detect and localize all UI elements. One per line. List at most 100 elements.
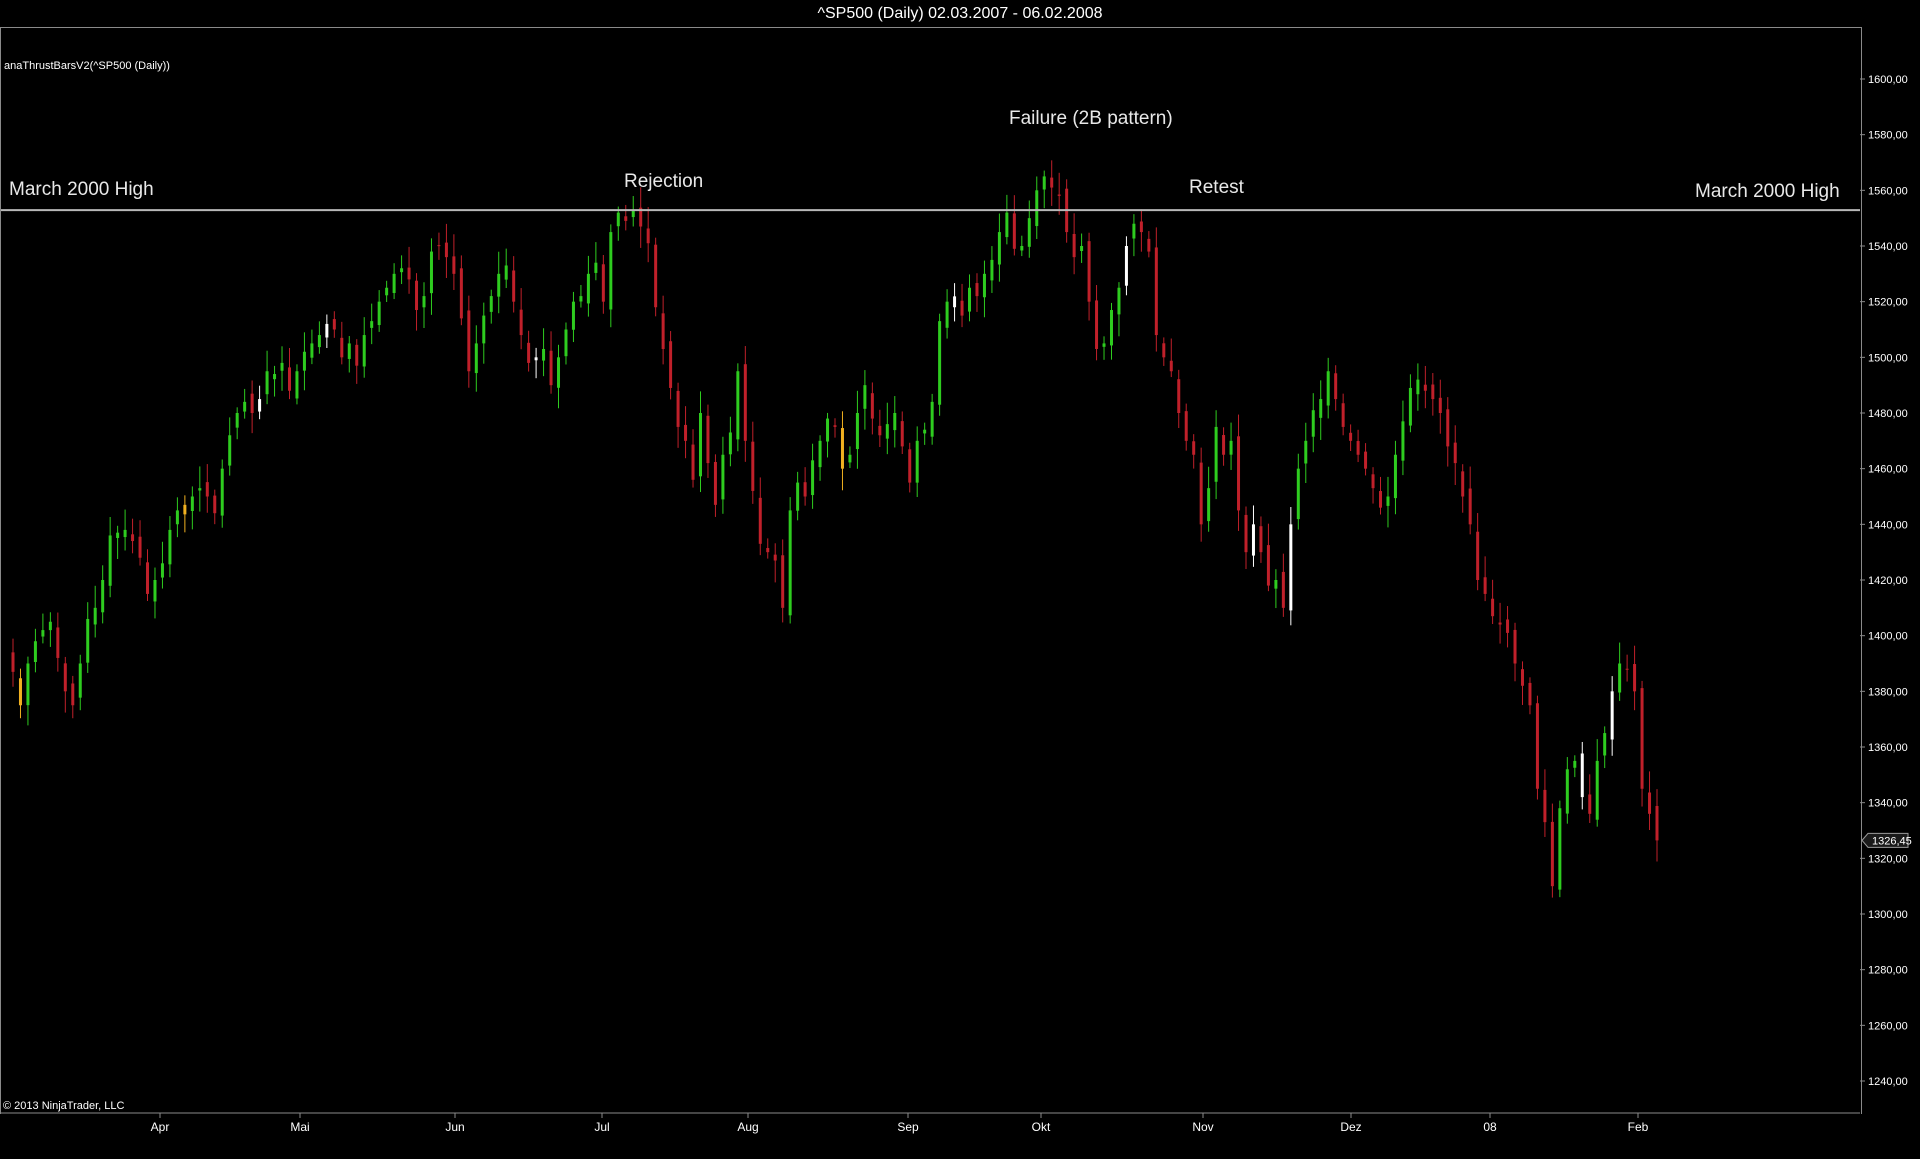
candle-body <box>534 357 538 361</box>
x-tick-label: Jul <box>594 1120 609 1134</box>
candle-body <box>467 310 471 372</box>
candle-body <box>1648 792 1652 814</box>
candle-body <box>1132 223 1136 239</box>
candle-body <box>1222 435 1226 455</box>
candle-body <box>250 393 254 413</box>
candle-body <box>997 232 1001 265</box>
candle-body <box>519 309 523 336</box>
candle-body <box>205 482 209 497</box>
candle-body <box>870 393 874 419</box>
candle-body <box>736 371 740 440</box>
candle-body <box>960 300 964 316</box>
candle-body <box>840 428 844 469</box>
candle-body <box>684 424 688 441</box>
candle-body <box>1633 664 1637 692</box>
candle-body <box>542 348 546 361</box>
candle-body <box>131 534 135 542</box>
candle-body <box>497 273 501 297</box>
candle-body <box>938 321 942 405</box>
candle-body <box>1550 821 1554 887</box>
candle-body <box>616 212 620 227</box>
candle-body <box>1573 760 1577 768</box>
candle-body <box>549 350 553 386</box>
candle-body <box>900 421 904 447</box>
candle-body <box>766 548 770 553</box>
candle-body <box>340 337 344 358</box>
candle-body <box>415 280 419 311</box>
candle-body <box>489 296 493 312</box>
y-tick-label: 1420,00 <box>1868 575 1908 587</box>
candle-body <box>138 536 142 558</box>
candle-body <box>1020 246 1024 251</box>
annotation-left-march-2000-high: March 2000 High <box>9 179 154 200</box>
candle-body <box>698 413 702 477</box>
candle-body <box>280 362 284 371</box>
candle-body <box>1080 246 1084 251</box>
candle-body <box>377 301 381 326</box>
candle-body <box>459 268 463 319</box>
candle-body <box>310 343 314 358</box>
candle-body <box>385 287 389 296</box>
y-tick-label: 1560,00 <box>1868 185 1908 197</box>
candle-body <box>1513 629 1517 664</box>
candle-body <box>1476 531 1480 580</box>
candle-body <box>1506 619 1510 633</box>
candle-body <box>1618 663 1622 693</box>
candle-body <box>661 313 665 349</box>
y-tick-label: 1600,00 <box>1868 74 1908 86</box>
candle-body <box>713 461 717 505</box>
candle-body <box>422 296 426 308</box>
candle-body <box>781 555 785 608</box>
candle-body <box>71 683 75 706</box>
candle-body <box>1595 760 1599 820</box>
y-tick-label: 1240,00 <box>1868 1076 1908 1088</box>
candle-body <box>1237 436 1241 511</box>
candle-body <box>153 580 157 602</box>
candle-body <box>1124 246 1128 286</box>
candle-body <box>33 641 37 663</box>
candle-body <box>504 265 508 280</box>
candle-body <box>571 301 575 330</box>
candle-body <box>347 343 351 359</box>
candle-body <box>213 495 217 514</box>
candle-body <box>1177 379 1181 413</box>
candle-body <box>1610 691 1614 740</box>
candle-body <box>1446 409 1450 447</box>
candle-body <box>332 319 336 330</box>
candle-body <box>1027 218 1031 247</box>
annotation-failure: Failure (2B pattern) <box>1009 108 1173 129</box>
candle-body <box>833 425 837 427</box>
candle-body <box>1259 526 1263 553</box>
copyright-label: © 2013 NinjaTrader, LLC <box>3 1100 125 1112</box>
x-tick-label: Jun <box>445 1120 464 1134</box>
candle-body <box>512 270 516 302</box>
candle-body <box>198 488 202 491</box>
x-tick-label: 08 <box>1483 1120 1497 1134</box>
candle-body <box>1214 426 1218 482</box>
y-tick-label: 1580,00 <box>1868 130 1908 142</box>
candle-body <box>400 268 404 273</box>
candle-body <box>160 563 164 578</box>
candle-body <box>1625 668 1629 670</box>
candle-body <box>1147 238 1151 252</box>
candle-body <box>654 244 658 308</box>
candle-body <box>228 435 232 466</box>
candle-body <box>317 335 321 348</box>
candle-body <box>826 418 830 442</box>
y-tick-label: 1340,00 <box>1868 798 1908 810</box>
candle-body <box>1565 769 1569 814</box>
candle-body <box>26 663 30 706</box>
candle-body <box>1558 808 1562 890</box>
candle-body <box>183 504 187 515</box>
x-tick-label: Aug <box>737 1120 758 1134</box>
y-tick-label: 1460,00 <box>1868 464 1908 476</box>
candle-body <box>751 441 755 491</box>
candle-body <box>893 413 897 431</box>
annotation-right-march-2000-high: March 2000 High <box>1695 181 1840 202</box>
candle-body <box>1356 441 1360 455</box>
y-tick-label: 1440,00 <box>1868 519 1908 531</box>
candle-body <box>945 301 949 328</box>
candle-body <box>601 264 605 302</box>
y-tick-label: 1360,00 <box>1868 742 1908 754</box>
candle-body <box>1251 524 1255 556</box>
